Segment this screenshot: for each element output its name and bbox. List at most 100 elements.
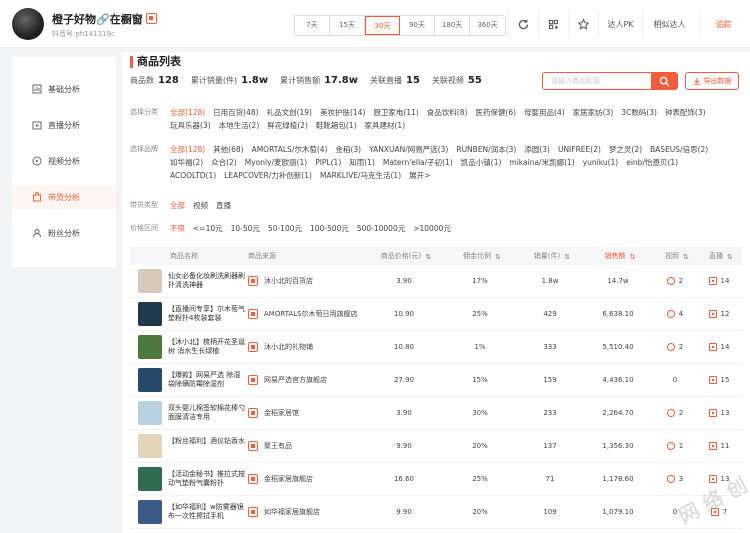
brand-option[interactable]: UNIFREE(2) bbox=[558, 143, 601, 156]
similar-button[interactable]: 相似达人 bbox=[642, 10, 696, 38]
range-90d[interactable]: 90天 bbox=[400, 16, 435, 35]
range-15d[interactable]: 15天 bbox=[330, 16, 365, 35]
product-thumbnail[interactable] bbox=[138, 401, 162, 425]
product-thumbnail[interactable] bbox=[138, 302, 162, 326]
table-row[interactable]: 【活动金秘书】推拉式按动气垫粉气囊粉扑 金稻家居旗舰店 16.60 25% 71 1,17… bbox=[130, 463, 742, 496]
product-title[interactable]: 【沐小北】梳柄开花圣诞树 消水生长绿植 bbox=[168, 338, 246, 356]
type-option[interactable]: 直播 bbox=[216, 199, 231, 212]
th-live[interactable]: 直播 ⇅ bbox=[696, 251, 742, 261]
shop-name[interactable]: 网易严选官方旗舰店 bbox=[264, 375, 327, 385]
type-option[interactable]: 视频 bbox=[193, 199, 208, 212]
search-input[interactable] bbox=[543, 73, 653, 89]
live-cell[interactable]: 12 bbox=[696, 310, 742, 318]
shop-name[interactable]: AMORTALS尔木萄日用旗舰店 bbox=[264, 309, 358, 319]
live-cell[interactable]: 13 bbox=[696, 409, 742, 417]
compare-button[interactable]: 达人PK bbox=[598, 10, 642, 38]
live-cell[interactable]: 14 bbox=[696, 343, 742, 351]
brand-option[interactable]: MARKLIVE/马克生活(1) bbox=[320, 169, 401, 182]
follow-button[interactable]: 追踪 bbox=[700, 10, 746, 38]
category-option[interactable]: 食品饮料(8) bbox=[427, 106, 468, 119]
brand-option[interactable]: ACOOLTD(1) bbox=[170, 169, 216, 182]
price-option[interactable]: 500-10000元 bbox=[357, 222, 405, 235]
range-360d[interactable]: 360天 bbox=[470, 16, 505, 35]
brand-option[interactable]: BASEUS/倍思(2) bbox=[650, 143, 708, 156]
price-option[interactable]: 10-50元 bbox=[231, 222, 260, 235]
video-cell[interactable]: 2 bbox=[654, 409, 696, 417]
price-option[interactable]: 不限 bbox=[170, 222, 185, 235]
th-sales[interactable]: 销量(件) ⇅ bbox=[518, 251, 582, 261]
th-price[interactable]: 商品价格(元) ⇅ bbox=[366, 251, 442, 261]
category-option[interactable]: 钟表配饰(3) bbox=[665, 106, 706, 119]
product-title[interactable]: 【直播间专享】尔木萄气垫粉扑4枚装套装 bbox=[168, 305, 246, 323]
live-cell[interactable]: 15 bbox=[696, 376, 742, 384]
brand-option[interactable]: 其他(68) bbox=[213, 143, 243, 156]
live-cell[interactable]: 14 bbox=[696, 277, 742, 285]
product-title[interactable]: 【粉丝福利】酒仪钻香水 bbox=[168, 437, 246, 455]
table-row[interactable]: 【如华福利】w防雾器镜布一次性擦拭手机 如华福家居旗舰店 9.90 20% 109 1,0… bbox=[130, 496, 742, 529]
table-row[interactable]: 【爆款】网易严选 除湿袋除螨防霉除湿剂 网易严选官方旗舰店 27.90 15% 159 4… bbox=[130, 364, 742, 397]
brand-option[interactable]: 金稻(3) bbox=[335, 143, 361, 156]
brand-option[interactable]: YANXUAN/网易严选(3) bbox=[369, 143, 448, 156]
product-title[interactable]: 【活动金秘书】推拉式按动气垫粉气囊粉扑 bbox=[168, 470, 246, 488]
range-7d[interactable]: 7天 bbox=[295, 16, 330, 35]
product-title[interactable]: 【爆款】网易严选 除湿袋除螨防霉除湿剂 bbox=[168, 371, 246, 389]
brand-option[interactable]: 梦之灵(2) bbox=[609, 143, 642, 156]
table-row[interactable]: 仙女必备化妆刷洗刷器刷扑清洗神器 沐小北的百货店 3.90 17% 1.8w 14.7w 2… bbox=[130, 265, 742, 298]
product-title[interactable]: 【如华福利】w防雾器镜布一次性擦拭手机 bbox=[168, 503, 246, 521]
shop-name[interactable]: 沐小北的礼物铺 bbox=[264, 342, 313, 352]
table-row[interactable]: 双头婴儿棉签软棉花棒勺面膜清洁专用 金稻家居馆 3.90 30% 233 2,264.70… bbox=[130, 397, 742, 430]
brand-option[interactable]: 添圆(3) bbox=[524, 143, 550, 156]
price-option[interactable]: 50-100元 bbox=[268, 222, 302, 235]
brand-option[interactable]: 展开> bbox=[409, 169, 430, 182]
search-button[interactable] bbox=[651, 72, 677, 90]
sidebar-item-live[interactable]: 直播分析 bbox=[12, 113, 116, 137]
live-cell[interactable]: 13 bbox=[696, 475, 742, 483]
category-option[interactable]: 美妆护肤(14) bbox=[320, 106, 365, 119]
shop-name[interactable]: 金稻家居旗舰店 bbox=[264, 474, 313, 484]
video-cell[interactable]: 2 bbox=[654, 277, 696, 285]
price-option[interactable]: 100-500元 bbox=[310, 222, 349, 235]
category-option[interactable]: 本地生活(2) bbox=[219, 119, 260, 132]
price-option[interactable]: >10000元 bbox=[413, 222, 451, 235]
product-thumbnail[interactable] bbox=[138, 368, 162, 392]
brand-option[interactable]: 全部(128) bbox=[170, 143, 205, 156]
product-title[interactable]: 仙女必备化妆刷洗刷器刷扑清洗神器 bbox=[168, 272, 246, 290]
th-video[interactable]: 视频 ⇅ bbox=[654, 251, 696, 261]
shop-name[interactable]: 金稻家居馆 bbox=[264, 408, 299, 418]
product-thumbnail[interactable] bbox=[138, 434, 162, 458]
product-title[interactable]: 双头婴儿棉签软棉花棒勺面膜清洁专用 bbox=[168, 404, 246, 422]
category-option[interactable]: 厨卫家电(11) bbox=[373, 106, 418, 119]
range-180d[interactable]: 180天 bbox=[435, 16, 470, 35]
video-cell[interactable]: 1 bbox=[654, 442, 696, 450]
category-option[interactable]: 礼品文创(19) bbox=[267, 106, 312, 119]
brand-option[interactable]: yuniku(1) bbox=[583, 156, 619, 169]
th-amount[interactable]: 销售额 ⇅ bbox=[582, 251, 654, 261]
category-option[interactable]: 医药保健(6) bbox=[475, 106, 516, 119]
brand-option[interactable]: Matern'ella/子初(1) bbox=[383, 156, 453, 169]
refresh-button[interactable] bbox=[508, 10, 538, 38]
video-cell[interactable]: 0 bbox=[654, 508, 696, 516]
brand-option[interactable]: 如华福(2) bbox=[170, 156, 203, 169]
category-option[interactable]: 3C数码(3) bbox=[621, 106, 657, 119]
brand-option[interactable]: AMORTALS/尔木萄(4) bbox=[252, 143, 328, 156]
brand-option[interactable]: RUNBEN/润本(3) bbox=[456, 143, 516, 156]
brand-option[interactable]: 知雨(1) bbox=[349, 156, 375, 169]
shop-name[interactable]: 如华福家居旗舰店 bbox=[264, 507, 320, 517]
table-row[interactable]: 【沐小北】梳柄开花圣诞树 消水生长绿植 沐小北的礼物铺 10.80 1% 333 5,51… bbox=[130, 331, 742, 364]
category-option[interactable]: 母婴用品(4) bbox=[524, 106, 565, 119]
export-button[interactable]: 导出数据 bbox=[685, 72, 739, 90]
brand-option[interactable]: einb/怡恩贝(1) bbox=[626, 156, 678, 169]
avatar[interactable] bbox=[12, 8, 44, 40]
live-cell[interactable]: 11 bbox=[696, 442, 742, 450]
th-commission[interactable]: 佣金比例 ⇅ bbox=[442, 251, 518, 261]
category-option[interactable]: 日用百货(48) bbox=[213, 106, 258, 119]
product-thumbnail[interactable] bbox=[138, 269, 162, 293]
table-row[interactable]: 【直播间专享】尔木萄气垫粉扑4枚装套装 AMORTALS尔木萄日用旗舰店 10.90… bbox=[130, 298, 742, 331]
live-cell[interactable]: 7 bbox=[696, 508, 742, 516]
sidebar-item-fans[interactable]: 粉丝分析 bbox=[12, 221, 116, 245]
brand-option[interactable]: 众合(2) bbox=[211, 156, 237, 169]
shop-name[interactable]: 聚王有品 bbox=[264, 441, 292, 451]
video-cell[interactable]: 3 bbox=[654, 475, 696, 483]
brand-option[interactable]: LEAPCOVER/力补创新(1) bbox=[224, 169, 312, 182]
type-option[interactable]: 全部 bbox=[170, 199, 185, 212]
